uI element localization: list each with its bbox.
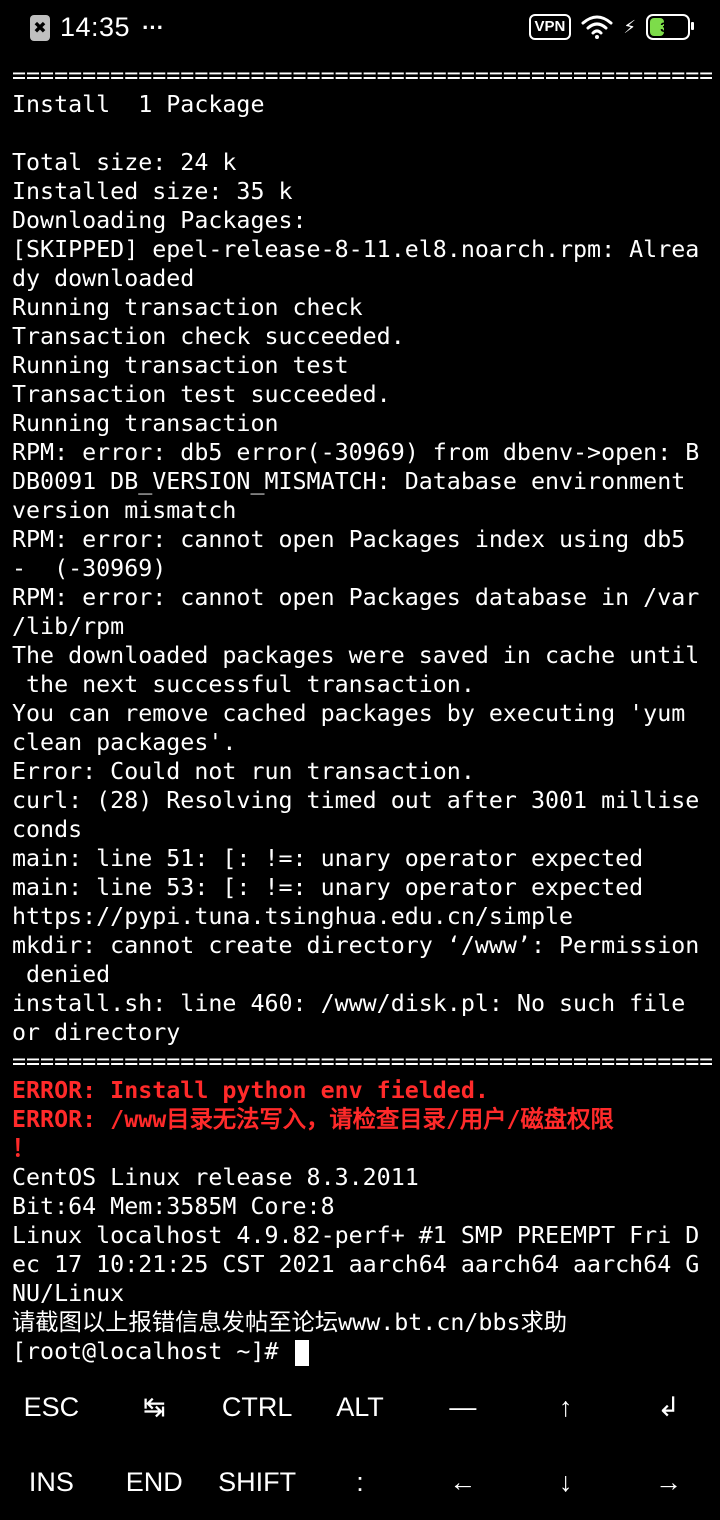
terminal-line: Transaction check succeeded. bbox=[12, 323, 405, 350]
terminal-line: 请截图以上报错信息发帖至论坛www.bt.cn/bbs求助 bbox=[12, 1309, 568, 1336]
colon-key-button[interactable]: : bbox=[309, 1445, 412, 1520]
terminal-line: DB0091 DB_VERSION_MISMATCH: Database env… bbox=[12, 468, 686, 495]
terminal-line: main: line 51: [: !=: unary operator exp… bbox=[12, 845, 644, 872]
terminal-error-line: ！ bbox=[12, 1135, 36, 1162]
terminal-line: dy downloaded bbox=[12, 265, 195, 292]
terminal-line: Linux localhost 4.9.82-perf+ #1 SMP PREE… bbox=[12, 1222, 700, 1249]
terminal-line: https://pypi.tuna.tsinghua.edu.cn/simple bbox=[12, 903, 574, 930]
terminal-line: RPM: error: db5 error(-30969) from dbenv… bbox=[12, 439, 700, 466]
terminal-line: Installed size: 35 k bbox=[12, 178, 293, 205]
terminal-line: clean packages'. bbox=[12, 729, 237, 756]
terminal-line: or directory bbox=[12, 1019, 181, 1046]
terminal-line: ========================================… bbox=[12, 1048, 712, 1075]
terminal-line: install.sh: line 460: /www/disk.pl: No s… bbox=[12, 990, 686, 1017]
terminal-line: Transaction test succeeded. bbox=[12, 381, 391, 408]
vpn-icon: VPN bbox=[528, 14, 572, 40]
terminal-line: Running transaction bbox=[12, 410, 279, 437]
terminal-line: CentOS Linux release 8.3.2011 bbox=[12, 1164, 419, 1191]
status-bar: ✖ 14:35 ··· VPN ⚡ 39 bbox=[0, 0, 720, 58]
extra-keys-row-2: INS END SHIFT: ← ↓ → bbox=[0, 1445, 720, 1520]
battery-icon: 39 bbox=[646, 14, 694, 40]
terminal-line: Error: Could not run transaction. bbox=[12, 758, 475, 785]
terminal-line: The downloaded packages were saved in ca… bbox=[12, 642, 700, 669]
terminal-line: - (-30969) bbox=[12, 555, 167, 582]
terminal-line: conds bbox=[12, 816, 83, 843]
terminal-line: mkdir: cannot create directory ‘/www’: P… bbox=[12, 932, 700, 959]
terminal-line: ec 17 10:21:25 CST 2021 aarch64 aarch64 … bbox=[12, 1251, 700, 1278]
status-right: VPN ⚡ 39 bbox=[528, 14, 694, 40]
status-left: ✖ 14:35 ··· bbox=[30, 12, 164, 43]
terminal-line: /lib/rpm bbox=[12, 613, 125, 640]
terminal-line: You can remove cached packages by execut… bbox=[12, 700, 686, 727]
dash-key-button[interactable]: — bbox=[411, 1370, 514, 1445]
terminal-line: RPM: error: cannot open Packages databas… bbox=[12, 584, 700, 611]
terminal-line: denied bbox=[12, 961, 111, 988]
shift-key-button[interactable]: SHIFT bbox=[206, 1445, 309, 1520]
terminal-prompt-line[interactable]: [root@localhost ~]# bbox=[12, 1337, 712, 1366]
battery-level: 39 bbox=[660, 19, 676, 35]
more-notifications-icon: ··· bbox=[142, 14, 165, 40]
insert-key-button[interactable]: INS bbox=[0, 1445, 103, 1520]
arrow-right-icon[interactable]: → bbox=[617, 1445, 720, 1520]
terminal-output[interactable]: ========================================… bbox=[12, 61, 712, 1371]
arrow-left-icon[interactable]: ← bbox=[411, 1445, 514, 1520]
terminal-error-line: ERROR: Install python env fielded. bbox=[12, 1077, 489, 1104]
terminal-line: Install 1 Package bbox=[12, 91, 265, 118]
terminal-line: RPM: error: cannot open Packages index u… bbox=[12, 526, 686, 553]
charging-icon: ⚡ bbox=[623, 16, 636, 38]
end-key-button[interactable]: END bbox=[103, 1445, 206, 1520]
no-sim-icon: ✖ bbox=[30, 14, 50, 41]
extra-keys-row-1: ESC ↹ CTRL ALT — ↑ ↲ bbox=[0, 1370, 720, 1445]
terminal-line: Bit:64 Mem:3585M Core:8 bbox=[12, 1193, 335, 1220]
terminal-line: the next successful transaction. bbox=[12, 671, 475, 698]
enter-icon[interactable]: ↲ bbox=[617, 1370, 720, 1445]
tab-icon[interactable]: ↹ bbox=[103, 1370, 206, 1445]
terminal-error-line: ERROR: /www目录无法写入，请检查目录/用户/磁盘权限 bbox=[12, 1106, 614, 1133]
arrow-up-icon[interactable]: ↑ bbox=[514, 1370, 617, 1445]
arrow-down-icon[interactable]: ↓ bbox=[514, 1445, 617, 1520]
terminal-line: Running transaction check bbox=[12, 294, 363, 321]
terminal-line: ========================================… bbox=[12, 62, 712, 89]
wifi-icon bbox=[581, 15, 613, 39]
terminal-line: Downloading Packages: bbox=[12, 207, 307, 234]
terminal-line: Running transaction test bbox=[12, 352, 349, 379]
terminal-line: [SKIPPED] epel-release-8-11.el8.noarch.r… bbox=[12, 236, 700, 263]
terminal-line: Total size: 24 k bbox=[12, 149, 237, 176]
terminal-line: version mismatch bbox=[12, 497, 237, 524]
status-time: 14:35 bbox=[60, 12, 131, 42]
terminal-line: curl: (28) Resolving timed out after 300… bbox=[12, 787, 700, 814]
terminal-line: NU/Linux bbox=[12, 1280, 125, 1307]
text-cursor bbox=[294, 1339, 309, 1366]
alt-key-button[interactable]: ALT bbox=[309, 1370, 412, 1445]
extra-keys-bar: ESC ↹ CTRL ALT — ↑ ↲ INS END SHIFT: ← ↓ → bbox=[0, 1370, 720, 1520]
terminal-line: main: line 53: [: !=: unary operator exp… bbox=[12, 874, 644, 901]
shell-prompt: [root@localhost ~]# bbox=[12, 1338, 293, 1365]
ctrl-key-button[interactable]: CTRL bbox=[206, 1370, 309, 1445]
escape-key-button[interactable]: ESC bbox=[0, 1370, 103, 1445]
